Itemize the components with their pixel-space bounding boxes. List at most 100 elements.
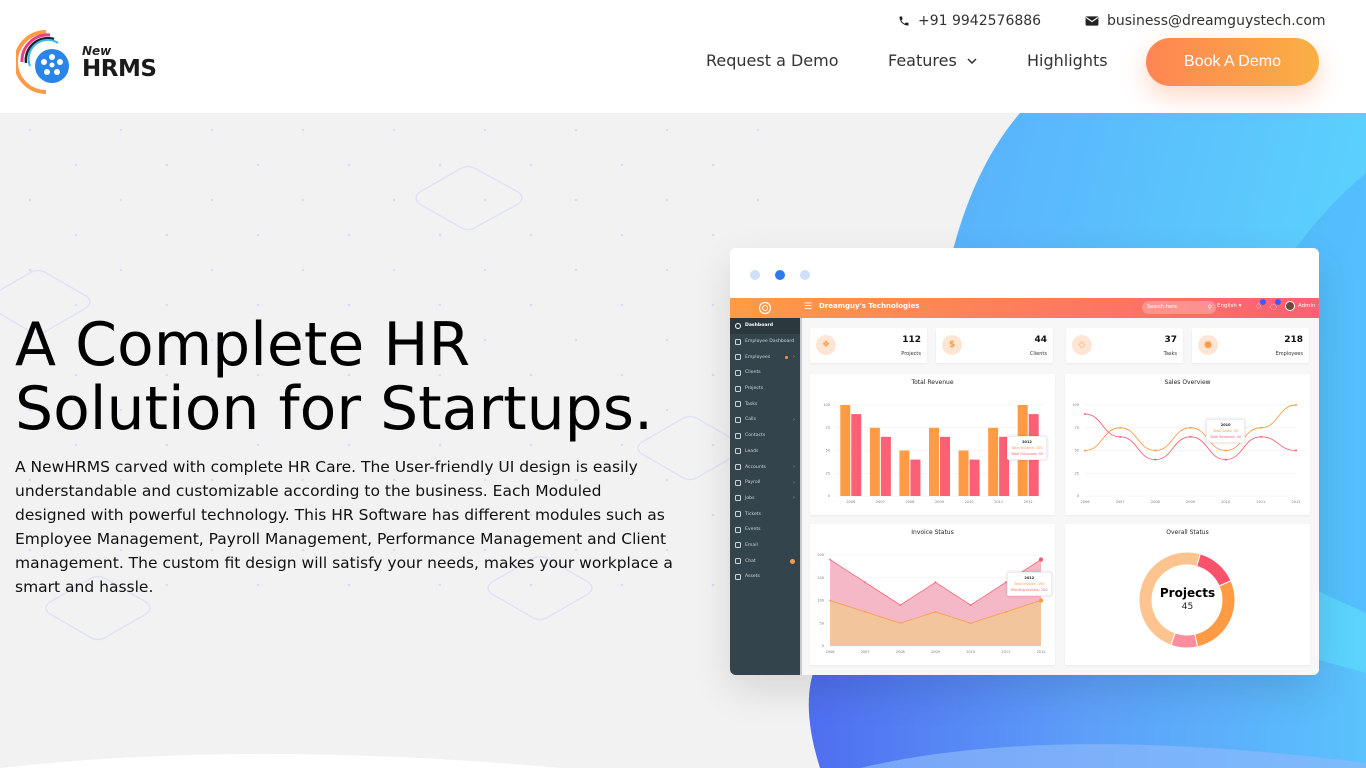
menu-item-icon: [735, 401, 741, 408]
chevron-right-icon: ›: [793, 495, 795, 502]
bg-dot: [256, 443, 260, 447]
nav-highlights[interactable]: Highlights: [1027, 51, 1108, 70]
data-point: [934, 581, 937, 584]
sidebar-item[interactable]: Jobs ›: [730, 491, 800, 507]
logo-text-big: HRMS: [82, 56, 157, 82]
stat-label: Tasks: [1163, 351, 1177, 357]
dashboard-content: ❖ 112 Projects $ 44 Clients ◇ 37 Tasks ●…: [802, 318, 1319, 675]
menu-icon: ☰: [804, 302, 813, 312]
sidebar-item[interactable]: Calls ›: [730, 412, 800, 428]
carousel-dot[interactable]: [800, 270, 810, 280]
x-tick-label: 2007: [861, 650, 870, 654]
bg-dot: [256, 233, 260, 237]
y-tick-label: 50: [820, 621, 824, 625]
bg-dot: [574, 198, 578, 202]
bg-dot: [665, 198, 669, 202]
bar: [969, 459, 980, 496]
bg-dot: [119, 128, 123, 132]
hero-title-line1: A Complete HR: [15, 310, 471, 380]
stat-value: 218: [1284, 335, 1303, 345]
book-demo-button[interactable]: Book A Demo: [1146, 38, 1319, 86]
diamond-icon: ◇: [1072, 335, 1092, 355]
site-header: New HRMS +91 9942576886 business@dreamgu…: [0, 0, 1366, 113]
y-tick-label: 100: [1072, 403, 1079, 407]
nav-request-demo[interactable]: Request a Demo: [706, 51, 839, 70]
sidebar-item[interactable]: Assets: [730, 569, 800, 585]
sidebar-item[interactable]: Leads: [730, 444, 800, 460]
sidebar-item[interactable]: Employees ›: [730, 349, 800, 365]
hero-title-line2: Solution for Startups.: [15, 374, 654, 444]
sidebar-item[interactable]: Contacts: [730, 428, 800, 444]
contact-phone[interactable]: +91 9942576886: [898, 13, 1041, 29]
sidebar-item[interactable]: Email: [730, 538, 800, 554]
tooltip-line: Pending Invoice: 100: [1011, 588, 1048, 592]
x-tick-label: 2010: [965, 500, 974, 504]
sidebar-item[interactable]: Projects: [730, 381, 800, 397]
tooltip-line: Total Outcome: 90: [1011, 452, 1044, 456]
bg-dot: [119, 268, 123, 272]
x-tick-label: 2008: [905, 500, 914, 504]
sidebar-item[interactable]: Payroll ›: [730, 475, 800, 491]
chart-tooltip: 2012 Total Income: 100 Total Outcome: 90: [1007, 436, 1048, 460]
menu-item-icon: [735, 338, 741, 345]
search-placeholder: Search here: [1147, 304, 1178, 310]
x-tick-label: 2008: [1151, 500, 1160, 504]
stat-card-tasks: ◇ 37 Tasks: [1066, 328, 1183, 363]
stat-card-projects: ❖ 112 Projects: [810, 328, 927, 363]
bg-dot: [438, 303, 442, 307]
sidebar-item[interactable]: Tasks: [730, 396, 800, 412]
user-name: Admin: [1298, 303, 1316, 309]
nav-label: Request a Demo: [706, 51, 839, 70]
sidebar-item[interactable]: Tickets: [730, 506, 800, 522]
bg-dot: [620, 163, 624, 167]
bg-dot: [483, 198, 487, 202]
x-tick-label: 2012: [1292, 500, 1301, 504]
bg-dot: [574, 128, 578, 132]
donut-center-value: 45: [1181, 602, 1194, 612]
envelope-icon: [1085, 16, 1099, 26]
bar: [851, 414, 862, 496]
sidebar-item-label: Clients: [745, 370, 761, 376]
sidebar-item[interactable]: Employee Dashboard: [730, 334, 800, 350]
nav-features[interactable]: Features: [888, 51, 977, 70]
logo[interactable]: New HRMS: [16, 30, 161, 94]
sidebar-item[interactable]: Dashboard: [730, 318, 800, 334]
sidebar-item-label: Employees: [745, 354, 771, 360]
data-point: [969, 604, 972, 606]
donut-slice: [1196, 553, 1232, 587]
data-point: [934, 610, 937, 613]
x-tick-label: 2009: [1186, 500, 1195, 504]
data-point: [1224, 458, 1227, 461]
contact-email[interactable]: business@dreamguystech.com: [1085, 13, 1326, 29]
bg-dot: [392, 268, 396, 272]
bg-dot: [620, 443, 624, 447]
dollar-icon: $: [942, 335, 962, 355]
bg-dot: [165, 303, 169, 307]
y-tick-label: 100: [817, 599, 824, 603]
bar: [840, 405, 851, 496]
x-tick-label: 2011: [994, 500, 1003, 504]
sidebar-item[interactable]: Chat: [730, 553, 800, 569]
carousel-dot[interactable]: [750, 270, 760, 280]
sidebar-item[interactable]: Events: [730, 522, 800, 538]
carousel-dot-active[interactable]: [775, 270, 785, 280]
bar: [899, 450, 910, 496]
sidebar-item[interactable]: Clients: [730, 365, 800, 381]
chevron-right-icon: ›: [793, 479, 795, 486]
bg-dot: [210, 268, 214, 272]
bg-dot: [347, 163, 351, 167]
sidebar-item[interactable]: Accounts ›: [730, 459, 800, 475]
y-tick-label: 0: [822, 644, 824, 648]
bg-dot: [165, 233, 169, 237]
data-point: [1119, 426, 1122, 429]
bg-dot: [392, 128, 396, 132]
bg-dot: [74, 443, 78, 447]
company-logo-icon: [758, 301, 772, 315]
bg-dot: [483, 128, 487, 132]
y-tick-label: 75: [826, 426, 830, 430]
menu-item-icon: [735, 573, 741, 580]
data-point: [1084, 413, 1086, 416]
bg-dot: [28, 198, 32, 202]
stat-card-employees: ● 218 Employees: [1192, 328, 1309, 363]
x-tick-label: 2006: [1081, 500, 1090, 504]
